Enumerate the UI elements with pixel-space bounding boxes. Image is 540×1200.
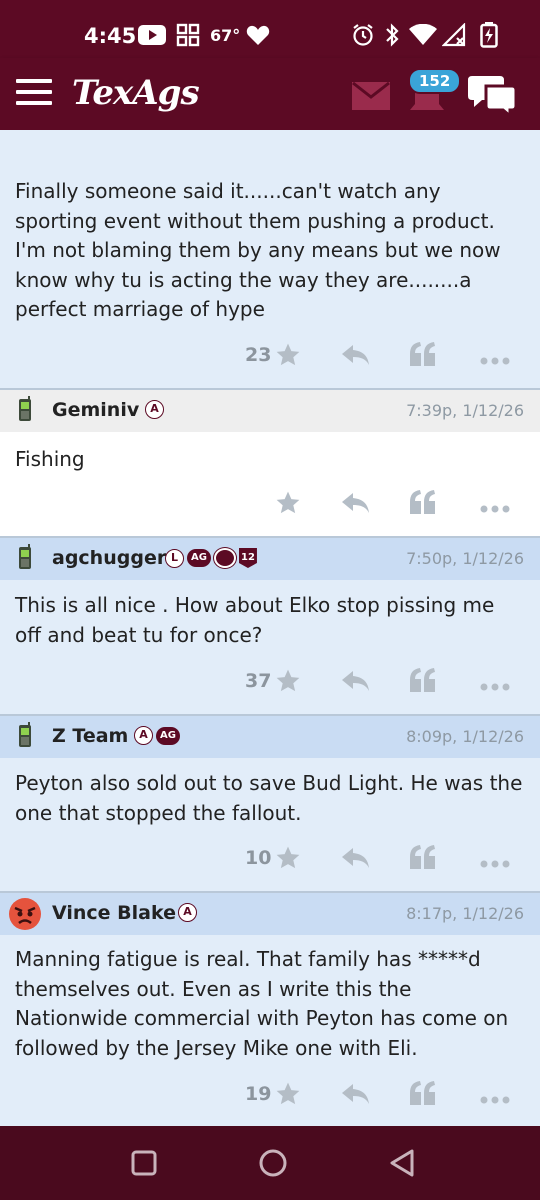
more-options-icon[interactable]: [480, 853, 510, 872]
post-text: Fishing: [15, 447, 85, 471]
star-icon[interactable]: [275, 490, 301, 520]
post-text: This is all nice . How about Elko stop p…: [15, 593, 495, 647]
texags-logo[interactable]: TexAgs: [72, 73, 200, 113]
star-icon[interactable]: [275, 342, 301, 372]
quote-icon[interactable]: [410, 342, 436, 370]
like-count: 37: [245, 670, 272, 692]
post-header: Vince Blake A 8:17p, 1/12/26: [0, 891, 540, 935]
post-actions: 10: [240, 845, 540, 875]
user-badges: A: [178, 903, 197, 922]
more-options-icon[interactable]: [480, 676, 510, 695]
home-circle-icon[interactable]: [258, 1148, 288, 1182]
back-triangle-icon[interactable]: [388, 1148, 416, 1182]
like-count: 19: [245, 1083, 272, 1105]
username[interactable]: Geminiv: [52, 399, 139, 421]
star-icon[interactable]: [275, 668, 301, 698]
phone-avatar-icon[interactable]: [14, 396, 36, 428]
post-text: Finally someone said it......can't watch…: [15, 179, 501, 322]
more-options-icon[interactable]: [480, 498, 510, 517]
post-item: Z Team A AG 8:09p, 1/12/26 Peyton also s…: [0, 714, 540, 891]
signal-icon: [442, 22, 468, 48]
recents-square-icon[interactable]: [131, 1150, 157, 1180]
post-actions: 23: [240, 342, 540, 372]
post-header: Geminiv A 7:39p, 1/12/26: [0, 388, 540, 432]
bluetooth-icon: [384, 22, 400, 48]
post-text: Manning fatigue is real. That family has…: [15, 947, 509, 1060]
youtube-icon: [138, 22, 166, 48]
badge-a: A: [145, 400, 164, 419]
post-header: Z Team A AG 8:09p, 1/12/26: [0, 714, 540, 758]
phone-avatar-icon[interactable]: [14, 544, 36, 576]
quote-icon[interactable]: [410, 490, 436, 518]
post-item: Vince Blake A 8:17p, 1/12/26 Manning fat…: [0, 891, 540, 1127]
star-icon[interactable]: [275, 1081, 301, 1111]
username[interactable]: agchugger: [52, 547, 166, 569]
post-header: agchugger L AG 12 7:50p, 1/12/26: [0, 536, 540, 580]
wifi-icon: [409, 22, 437, 48]
system-nav-bar: [0, 1126, 540, 1200]
post-item: Finally someone said it......can't watch…: [0, 130, 540, 388]
quote-icon[interactable]: [410, 1081, 436, 1109]
reply-icon[interactable]: [342, 847, 370, 873]
post-actions: 19: [240, 1081, 540, 1111]
post-timestamp: 7:39p, 1/12/26: [406, 401, 524, 420]
like-count: 10: [245, 847, 272, 869]
quote-icon[interactable]: [410, 845, 436, 873]
reply-icon[interactable]: [342, 492, 370, 518]
badge-12th-man: 12: [238, 548, 257, 568]
hamburger-menu-icon[interactable]: [16, 79, 52, 107]
reply-icon[interactable]: [342, 344, 370, 370]
username[interactable]: Z Team: [52, 725, 128, 747]
mail-icon[interactable]: [352, 81, 390, 114]
heart-icon: [246, 22, 270, 48]
quote-icon[interactable]: [410, 668, 436, 696]
notification-count-badge[interactable]: 152: [408, 68, 462, 94]
angry-face-avatar-icon[interactable]: [8, 897, 42, 935]
grid-app-icon: [176, 22, 200, 48]
reply-icon[interactable]: [342, 670, 370, 696]
alarm-icon: [351, 22, 375, 48]
badge-ag: AG: [187, 549, 211, 567]
like-count: 23: [245, 344, 272, 366]
user-badges: L AG 12: [165, 548, 257, 568]
badge-emblem-icon: [213, 548, 236, 568]
post-text: Peyton also sold out to save Bud Light. …: [15, 771, 523, 825]
badge-ag: AG: [156, 726, 180, 745]
status-time: 4:45: [84, 24, 137, 48]
post-item: Geminiv A 7:39p, 1/12/26 Fishing: [0, 388, 540, 536]
post-timestamp: 8:09p, 1/12/26: [406, 727, 524, 746]
reply-icon[interactable]: [342, 1083, 370, 1109]
status-temperature: 67°: [210, 26, 241, 45]
post-actions: [240, 490, 540, 520]
more-options-icon[interactable]: [480, 350, 510, 369]
app-header: TexAgs 152: [0, 58, 540, 130]
post-item: agchugger L AG 12 7:50p, 1/12/26 This is…: [0, 536, 540, 714]
post-timestamp: 7:50p, 1/12/26: [406, 549, 524, 568]
post-actions: 37: [240, 668, 540, 698]
more-options-icon[interactable]: [480, 1089, 510, 1108]
user-badges: A: [145, 400, 164, 419]
post-timestamp: 8:17p, 1/12/26: [406, 904, 524, 923]
username[interactable]: Vince Blake: [52, 902, 176, 924]
star-icon[interactable]: [275, 845, 301, 875]
badge-a: A: [134, 726, 153, 745]
user-badges: A AG: [134, 726, 180, 745]
phone-avatar-icon[interactable]: [14, 722, 36, 754]
badge-l: L: [165, 548, 184, 568]
battery-icon: [480, 22, 498, 48]
badge-a: A: [178, 903, 197, 922]
chat-icon[interactable]: [468, 74, 518, 120]
